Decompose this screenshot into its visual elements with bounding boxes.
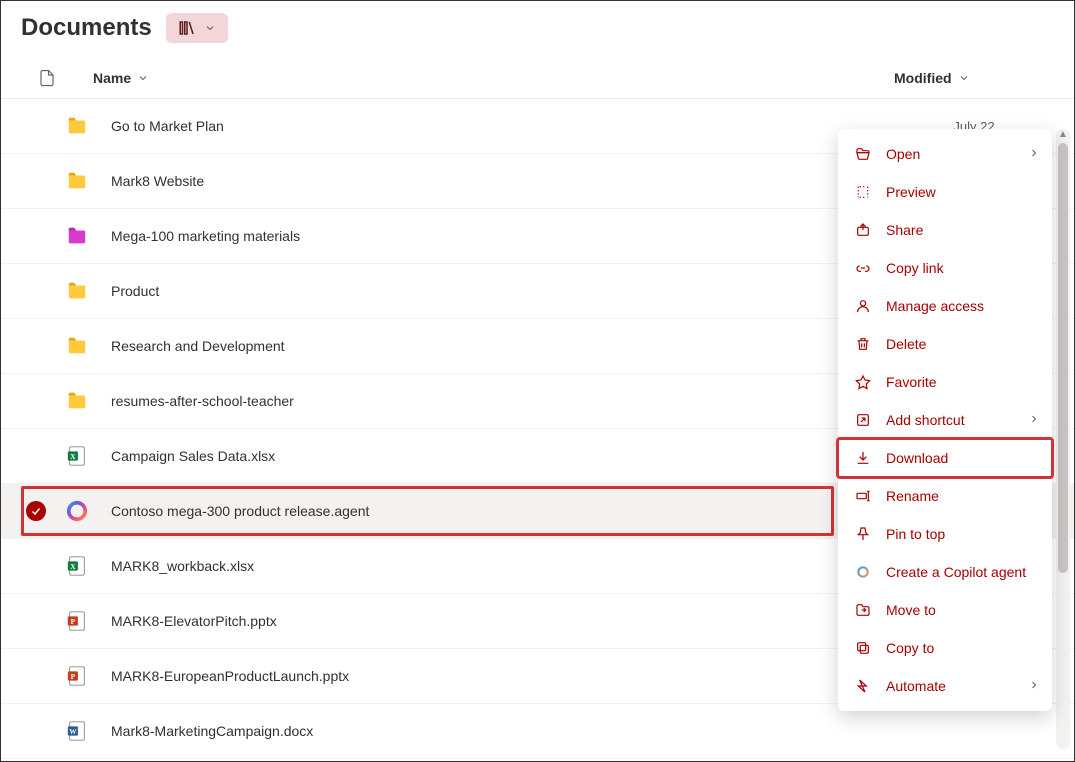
menu-item-pin-to-top[interactable]: Pin to top [838, 515, 1052, 553]
link-icon [854, 259, 872, 277]
menu-item-label: Create a Copilot agent [886, 564, 1026, 580]
menu-item-automate[interactable]: Automate [838, 667, 1052, 705]
file-name[interactable]: MARK8-EuropeanProductLaunch.pptx [103, 668, 854, 684]
excel-icon: X [51, 555, 103, 577]
chevron-right-icon [1028, 146, 1040, 162]
svg-text:P: P [71, 672, 76, 681]
preview-icon [854, 183, 872, 201]
menu-item-copy-to[interactable]: Copy to [838, 629, 1052, 667]
file-name[interactable]: MARK8_workback.xlsx [103, 558, 854, 574]
menu-item-rename[interactable]: Rename [838, 477, 1052, 515]
scrollbar[interactable]: ▲ [1056, 129, 1070, 749]
chevron-down-icon [204, 22, 216, 34]
download-icon [854, 449, 872, 467]
menu-item-label: Copy link [886, 260, 944, 276]
app-window: Documents Name Modified [0, 0, 1075, 762]
file-name[interactable]: resumes-after-school-teacher [103, 393, 854, 409]
folder-icon [51, 115, 103, 137]
rename-icon [854, 487, 872, 505]
menu-item-label: Automate [886, 678, 946, 694]
menu-item-open[interactable]: Open [838, 135, 1052, 173]
menu-item-label: Preview [886, 184, 936, 200]
page-header: Documents [1, 1, 1074, 57]
ppt-icon: P [51, 610, 103, 632]
scroll-up-icon: ▲ [1056, 129, 1070, 140]
checked-icon [26, 501, 46, 521]
menu-item-copy-link[interactable]: Copy link [838, 249, 1052, 287]
menu-item-label: Move to [886, 602, 936, 618]
chevron-down-icon [958, 72, 970, 84]
chevron-right-icon [1028, 678, 1040, 694]
ppt-icon: P [51, 665, 103, 687]
menu-item-label: Rename [886, 488, 939, 504]
context-menu: Open Preview Share Copy link Manage access De… [838, 129, 1052, 711]
file-name[interactable]: MARK8-ElevatorPitch.pptx [103, 613, 854, 629]
menu-item-preview[interactable]: Preview [838, 173, 1052, 211]
menu-item-label: Share [886, 222, 923, 238]
file-name[interactable]: Mega-100 marketing materials [103, 228, 854, 244]
column-headers: Name Modified [1, 57, 1074, 99]
favorite-icon [854, 373, 872, 391]
shortcut-icon [854, 411, 872, 429]
column-header-modified[interactable]: Modified [894, 70, 1054, 86]
column-header-name-label: Name [93, 70, 131, 86]
delete-icon [854, 335, 872, 353]
svg-text:W: W [69, 727, 77, 736]
file-name[interactable]: Contoso mega-300 product release.agent [103, 503, 854, 519]
svg-text:X: X [70, 452, 76, 461]
menu-item-add-shortcut[interactable]: Add shortcut [838, 401, 1052, 439]
svg-text:X: X [70, 562, 76, 571]
moveto-icon [854, 601, 872, 619]
row-selection[interactable] [21, 501, 51, 521]
excel-icon: X [51, 445, 103, 467]
menu-item-move-to[interactable]: Move to [838, 591, 1052, 629]
menu-item-delete[interactable]: Delete [838, 325, 1052, 363]
menu-item-label: Copy to [886, 640, 934, 656]
copilot-new-icon [854, 563, 872, 581]
menu-item-label: Delete [886, 336, 926, 352]
folder-icon [51, 280, 103, 302]
access-icon [854, 297, 872, 315]
folder-pink-icon [51, 225, 103, 247]
menu-item-label: Manage access [886, 298, 984, 314]
folder-icon [51, 390, 103, 412]
menu-item-label: Pin to top [886, 526, 945, 542]
file-name[interactable]: Mark8-MarketingCampaign.docx [103, 723, 854, 739]
share-icon [854, 221, 872, 239]
scrollbar-thumb[interactable] [1058, 143, 1068, 573]
file-row[interactable]: W Mark8-MarketingCampaign.docx [1, 704, 1074, 759]
menu-item-create-a-copilot-agent[interactable]: Create a Copilot agent [838, 553, 1052, 591]
open-icon [854, 145, 872, 163]
automate-icon [854, 677, 872, 695]
column-header-modified-label: Modified [894, 70, 952, 86]
view-switcher[interactable] [166, 13, 228, 43]
column-header-type[interactable] [21, 68, 73, 88]
svg-text:P: P [71, 617, 76, 626]
menu-item-label: Download [886, 450, 948, 466]
menu-item-share[interactable]: Share [838, 211, 1052, 249]
file-name[interactable]: Mark8 Website [103, 173, 854, 189]
menu-item-label: Favorite [886, 374, 937, 390]
file-name[interactable]: Campaign Sales Data.xlsx [103, 448, 854, 464]
menu-item-label: Add shortcut [886, 412, 965, 428]
copilot-icon [51, 500, 103, 522]
menu-item-label: Open [886, 146, 920, 162]
column-header-name[interactable]: Name [73, 70, 894, 86]
menu-item-favorite[interactable]: Favorite [838, 363, 1052, 401]
file-name[interactable]: Go to Market Plan [103, 118, 854, 134]
chevron-right-icon [1028, 412, 1040, 428]
chevron-down-icon [137, 72, 149, 84]
pin-icon [854, 525, 872, 543]
folder-icon [51, 335, 103, 357]
library-icon [178, 19, 196, 37]
page-title: Documents [21, 14, 152, 42]
menu-item-manage-access[interactable]: Manage access [838, 287, 1052, 325]
menu-item-download[interactable]: Download [838, 439, 1052, 477]
copyto-icon [854, 639, 872, 657]
folder-icon [51, 170, 103, 192]
word-icon: W [51, 720, 103, 742]
file-name[interactable]: Product [103, 283, 854, 299]
file-name[interactable]: Research and Development [103, 338, 854, 354]
